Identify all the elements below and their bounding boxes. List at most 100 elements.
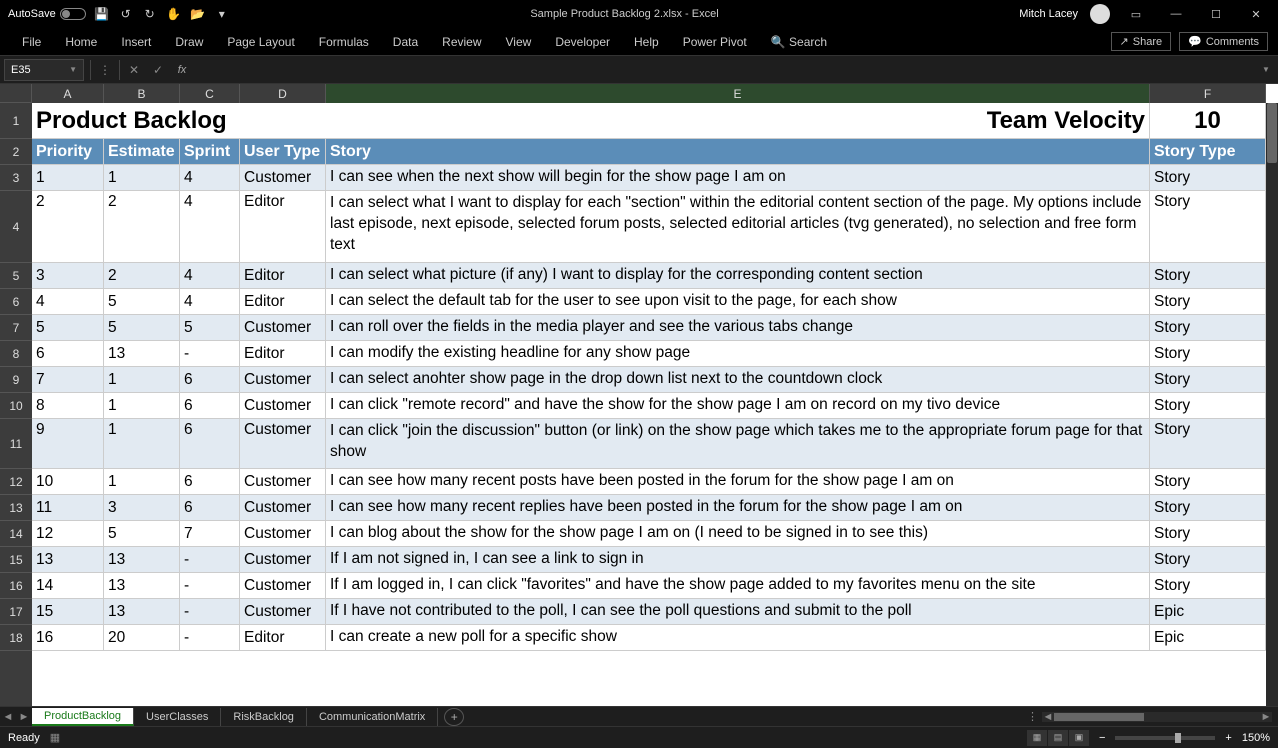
cell[interactable]: 2 bbox=[32, 191, 104, 262]
col-header-F[interactable]: F bbox=[1150, 84, 1266, 103]
maximize-icon[interactable]: ☐ bbox=[1202, 4, 1230, 24]
cell[interactable]: Estimate bbox=[104, 139, 180, 164]
cell[interactable]: 4 bbox=[180, 165, 240, 190]
cell[interactable]: I can see when the next show will begin … bbox=[326, 165, 1150, 190]
cell[interactable]: Customer bbox=[240, 469, 326, 494]
tab-draw[interactable]: Draw bbox=[163, 29, 215, 55]
tab-review[interactable]: Review bbox=[430, 29, 493, 55]
cell[interactable]: Priority bbox=[32, 139, 104, 164]
cell[interactable]: 13 bbox=[104, 547, 180, 572]
search-button[interactable]: 🔍 Search bbox=[759, 29, 839, 55]
col-header-A[interactable]: A bbox=[32, 84, 104, 103]
formula-input[interactable] bbox=[194, 59, 1254, 81]
cell[interactable]: 6 bbox=[32, 341, 104, 366]
cell[interactable]: 3 bbox=[32, 263, 104, 288]
col-header-C[interactable]: C bbox=[180, 84, 240, 103]
cell[interactable]: 4 bbox=[32, 289, 104, 314]
cell[interactable]: Story bbox=[1150, 165, 1266, 190]
cell[interactable]: 1 bbox=[104, 367, 180, 392]
cell[interactable]: 1 bbox=[104, 393, 180, 418]
zoom-out-icon[interactable]: − bbox=[1099, 732, 1105, 744]
cell[interactable]: Story bbox=[1150, 289, 1266, 314]
row-header-14[interactable]: 14 bbox=[0, 521, 32, 547]
zoom-slider[interactable] bbox=[1115, 736, 1215, 740]
cell[interactable]: Story bbox=[1150, 547, 1266, 572]
cancel-icon[interactable]: ✕ bbox=[122, 59, 146, 81]
cell[interactable]: 1 bbox=[104, 419, 180, 468]
tab-help[interactable]: Help bbox=[622, 29, 671, 55]
touch-icon[interactable]: ✋ bbox=[166, 6, 182, 22]
options-icon[interactable]: ⋮ bbox=[93, 59, 117, 81]
cell[interactable]: 6 bbox=[180, 495, 240, 520]
cell[interactable]: 13 bbox=[32, 547, 104, 572]
cell[interactable]: 2 bbox=[104, 191, 180, 262]
cell[interactable]: I can select anohter show page in the dr… bbox=[326, 367, 1150, 392]
cell[interactable]: Story bbox=[1150, 393, 1266, 418]
cell[interactable]: 8 bbox=[32, 393, 104, 418]
row-header-5[interactable]: 5 bbox=[0, 263, 32, 289]
cell[interactable]: I can create a new poll for a specific s… bbox=[326, 625, 1150, 650]
cell[interactable]: Customer bbox=[240, 165, 326, 190]
cell[interactable]: I can roll over the fields in the media … bbox=[326, 315, 1150, 340]
cell[interactable]: I can see how many recent posts have bee… bbox=[326, 469, 1150, 494]
row-header-4[interactable]: 4 bbox=[0, 191, 32, 263]
cell[interactable]: I can click "remote record" and have the… bbox=[326, 393, 1150, 418]
cell[interactable]: 10 bbox=[1150, 103, 1266, 138]
cell[interactable]: I can see how many recent replies have b… bbox=[326, 495, 1150, 520]
sheet-tab-riskbacklog[interactable]: RiskBacklog bbox=[221, 708, 307, 726]
tab-page-layout[interactable]: Page Layout bbox=[215, 29, 306, 55]
scroll-right-icon[interactable]: ► bbox=[1258, 708, 1274, 726]
row-header-1[interactable]: 1 bbox=[0, 103, 32, 139]
cell[interactable]: Story bbox=[1150, 573, 1266, 598]
cell[interactable]: 13 bbox=[104, 573, 180, 598]
cell[interactable]: Customer bbox=[240, 521, 326, 546]
redo-icon[interactable]: ↻ bbox=[142, 6, 158, 22]
expand-formula-icon[interactable]: ▼ bbox=[1254, 59, 1278, 81]
cell[interactable]: 6 bbox=[180, 367, 240, 392]
cell[interactable]: 6 bbox=[180, 419, 240, 468]
cell[interactable]: Editor bbox=[240, 625, 326, 650]
col-header-E[interactable]: E bbox=[326, 84, 1150, 103]
cell[interactable]: 5 bbox=[32, 315, 104, 340]
sheet-tab-communicationmatrix[interactable]: CommunicationMatrix bbox=[307, 708, 438, 726]
sheet-next-icon[interactable]: ► bbox=[16, 708, 32, 726]
page-break-icon[interactable]: ▣ bbox=[1069, 730, 1089, 746]
cell[interactable]: 3 bbox=[104, 495, 180, 520]
cell[interactable]: Story bbox=[326, 139, 1150, 164]
save-icon[interactable]: 💾 bbox=[94, 6, 110, 22]
cell[interactable]: Sprint bbox=[180, 139, 240, 164]
cell[interactable]: 4 bbox=[180, 263, 240, 288]
cell[interactable]: 12 bbox=[32, 521, 104, 546]
share-button[interactable]: ↗Share bbox=[1111, 32, 1172, 51]
cell[interactable]: 2 bbox=[104, 263, 180, 288]
cell[interactable]: 7 bbox=[180, 521, 240, 546]
fx-icon[interactable]: fx bbox=[170, 59, 194, 81]
cell[interactable]: I can select the default tab for the use… bbox=[326, 289, 1150, 314]
cell[interactable]: Customer bbox=[240, 419, 326, 468]
cell[interactable]: Story Type bbox=[1150, 139, 1266, 164]
cell[interactable]: If I am not signed in, I can see a link … bbox=[326, 547, 1150, 572]
row-header-17[interactable]: 17 bbox=[0, 599, 32, 625]
tab-power-pivot[interactable]: Power Pivot bbox=[671, 29, 759, 55]
select-all-corner[interactable] bbox=[0, 84, 32, 103]
row-header-12[interactable]: 12 bbox=[0, 469, 32, 495]
cell[interactable]: 7 bbox=[32, 367, 104, 392]
zoom-level[interactable]: 150% bbox=[1242, 732, 1270, 744]
cell[interactable]: Customer bbox=[240, 547, 326, 572]
cell[interactable]: 5 bbox=[104, 289, 180, 314]
tab-formulas[interactable]: Formulas bbox=[307, 29, 381, 55]
cell[interactable]: Story bbox=[1150, 191, 1266, 262]
cell[interactable]: Customer bbox=[240, 367, 326, 392]
cell[interactable]: Team Velocity bbox=[326, 103, 1150, 138]
cell[interactable]: 13 bbox=[104, 341, 180, 366]
user-name[interactable]: Mitch Lacey bbox=[1019, 8, 1078, 20]
row-header-15[interactable]: 15 bbox=[0, 547, 32, 573]
open-icon[interactable]: 📂 bbox=[190, 6, 206, 22]
row-header-13[interactable]: 13 bbox=[0, 495, 32, 521]
sheet-tab-userclasses[interactable]: UserClasses bbox=[134, 708, 221, 726]
cell[interactable]: I can select what picture (if any) I wan… bbox=[326, 263, 1150, 288]
cell[interactable]: Story bbox=[1150, 419, 1266, 468]
tab-file[interactable]: File bbox=[10, 29, 53, 55]
cell[interactable]: Story bbox=[1150, 521, 1266, 546]
cell[interactable]: Story bbox=[1150, 263, 1266, 288]
